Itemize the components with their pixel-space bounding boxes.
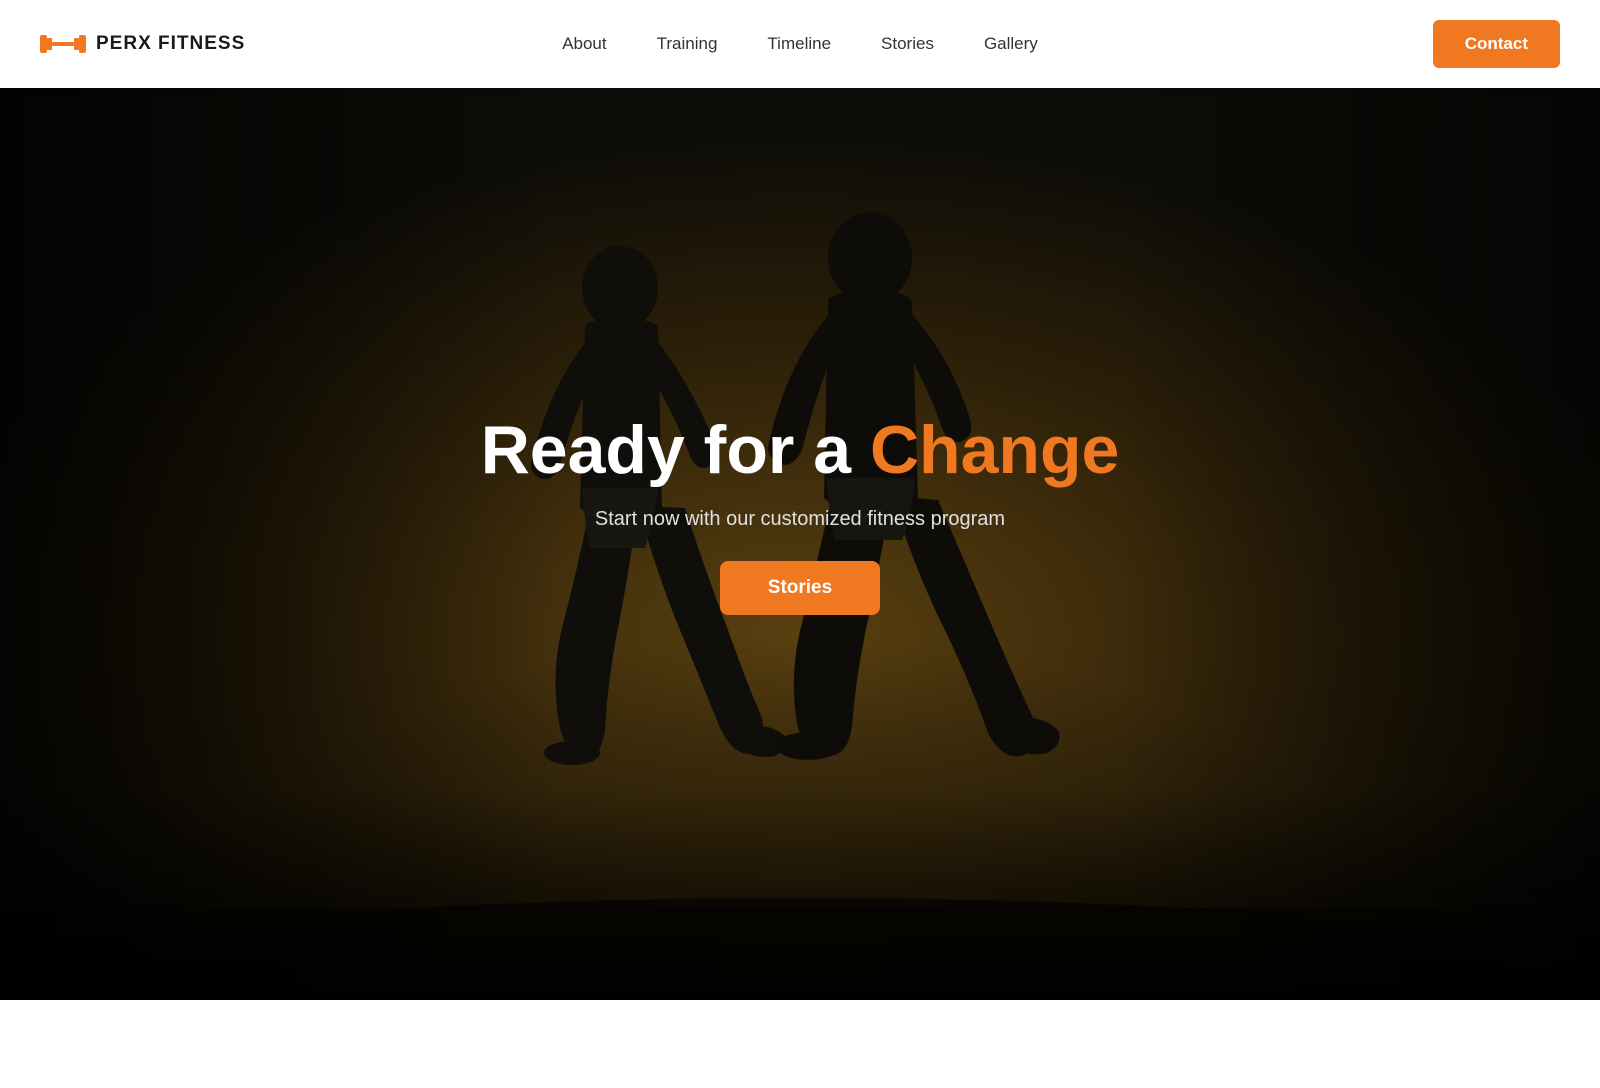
nav-about[interactable]: About xyxy=(562,34,606,53)
hero-title-highlight: Change xyxy=(870,412,1119,488)
nav-training[interactable]: Training xyxy=(657,34,718,53)
hero-title-text: Ready for a xyxy=(481,412,870,488)
hero-subtitle: Start now with our customized fitness pr… xyxy=(595,508,1005,531)
stories-button[interactable]: Stories xyxy=(720,561,880,615)
logo: PERX FITNESS xyxy=(40,29,245,59)
hero-section: Ready for a Change Start now with our cu… xyxy=(0,88,1600,1000)
hero-content: Ready for a Change Start now with our cu… xyxy=(0,88,1600,1000)
nav-timeline[interactable]: Timeline xyxy=(767,34,831,53)
dumbbell-icon xyxy=(40,29,86,59)
brand-name: PERX FITNESS xyxy=(96,33,245,55)
nav-stories[interactable]: Stories xyxy=(881,34,934,53)
nav-links: About Training Timeline Stories Gallery xyxy=(562,34,1038,54)
navbar: PERX FITNESS About Training Timeline Sto… xyxy=(0,0,1600,88)
contact-button[interactable]: Contact xyxy=(1433,20,1560,68)
below-hero-section xyxy=(0,1000,1600,1088)
nav-gallery[interactable]: Gallery xyxy=(984,34,1038,53)
hero-title: Ready for a Change xyxy=(481,413,1120,488)
